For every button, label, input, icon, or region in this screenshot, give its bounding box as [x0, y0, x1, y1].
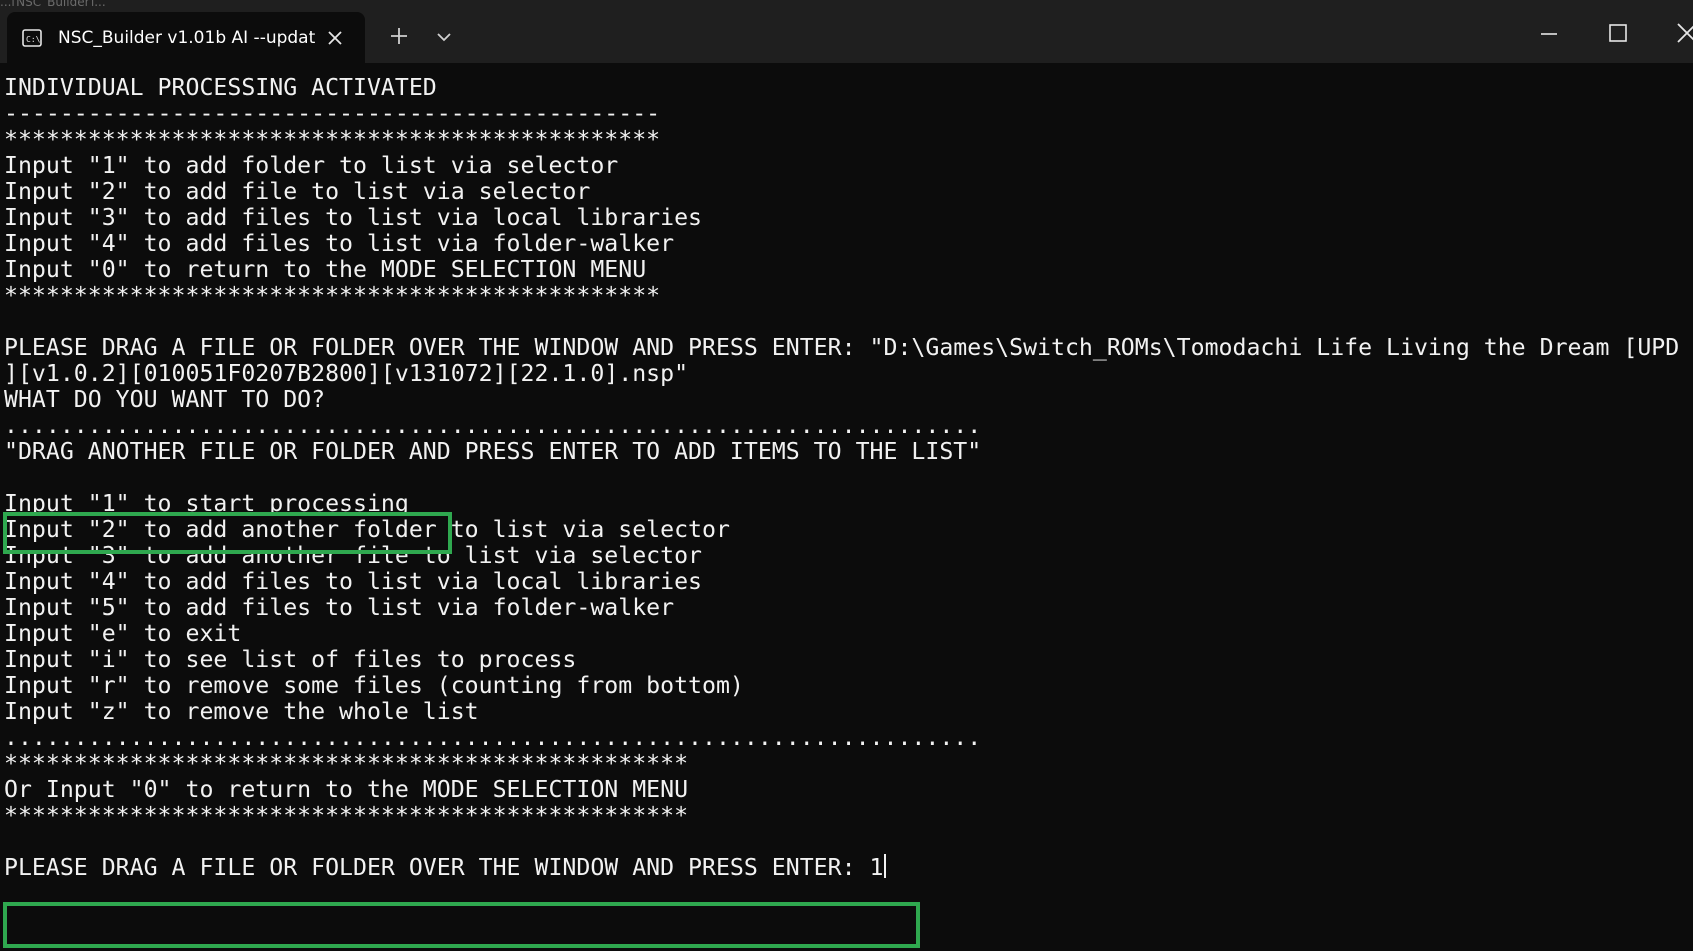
console-line: Input "2" to add file to list via select…: [4, 178, 591, 205]
console-line: Input "5" to add files to list via folde…: [4, 594, 675, 621]
console-line: WHAT DO YOU WANT TO DO?: [4, 386, 326, 413]
terminal-window: ...[NSC_Builder]... C:\ NSC_Builder v1.0…: [0, 0, 1693, 951]
close-icon[interactable]: [1672, 18, 1693, 48]
console-line: ****************************************…: [4, 750, 689, 777]
tab-nsc-builder[interactable]: C:\ NSC_Builder v1.01b AI --update: [7, 12, 365, 63]
minimize-icon[interactable]: [1537, 22, 1561, 46]
console-line: PLEASE DRAG A FILE OR FOLDER OVER THE WI…: [4, 334, 1680, 361]
chevron-down-icon[interactable]: [433, 26, 455, 48]
console-prompt-line[interactable]: PLEASE DRAG A FILE OR FOLDER OVER THE WI…: [4, 854, 887, 882]
highlight-prompt-input: [3, 902, 920, 948]
tab-title: NSC_Builder v1.01b AI --update: [58, 28, 316, 48]
console-line: Input "e" to exit: [4, 620, 242, 647]
console-line: INDIVIDUAL PROCESSING ACTIVATED: [4, 74, 437, 101]
console-line: ****************************************…: [4, 802, 689, 829]
title-bar: ...[NSC_Builder]... C:\ NSC_Builder v1.0…: [0, 0, 1693, 63]
console-line: Input "1" to add folder to list via sele…: [4, 152, 619, 179]
console-line: ****************************************…: [4, 126, 661, 153]
console-line: ****************************************…: [4, 282, 661, 309]
console-line: Input "0" to return to the MODE SELECTIO…: [4, 256, 647, 283]
console-output[interactable]: INDIVIDUAL PROCESSING ACTIVATED --------…: [0, 63, 1693, 951]
console-line: Input "i" to see list of files to proces…: [4, 646, 577, 673]
console-line: Input "z" to remove the whole list: [4, 698, 479, 725]
tab-close-icon[interactable]: [325, 28, 345, 48]
console-line: ][v1.0.2][010051F0207B2800][v131072][22.…: [4, 360, 689, 387]
console-line: Input "4" to add files to list via local…: [4, 568, 703, 595]
console-line: Input "3" to add files to list via local…: [4, 204, 703, 231]
console-line: "DRAG ANOTHER FILE OR FOLDER AND PRESS E…: [4, 438, 982, 465]
console-line: ........................................…: [4, 724, 982, 751]
console-line: Input "4" to add files to list via folde…: [4, 230, 675, 257]
svg-text:C:\: C:\: [26, 35, 41, 44]
maximize-icon[interactable]: [1605, 20, 1631, 46]
text-cursor: [884, 854, 887, 878]
console-prompt-text: PLEASE DRAG A FILE OR FOLDER OVER THE WI…: [4, 854, 884, 881]
console-line: Input "r" to remove some files (counting…: [4, 672, 744, 699]
background-tab-strip: ...[NSC_Builder]...: [0, 0, 720, 6]
new-tab-plus-icon[interactable]: [387, 24, 411, 48]
console-line: ----------------------------------------…: [4, 100, 661, 127]
console-line: ........................................…: [4, 412, 982, 439]
terminal-icon: C:\: [22, 29, 42, 47]
highlight-start-processing: [3, 512, 452, 554]
console-line: Or Input "0" to return to the MODE SELEC…: [4, 776, 689, 803]
